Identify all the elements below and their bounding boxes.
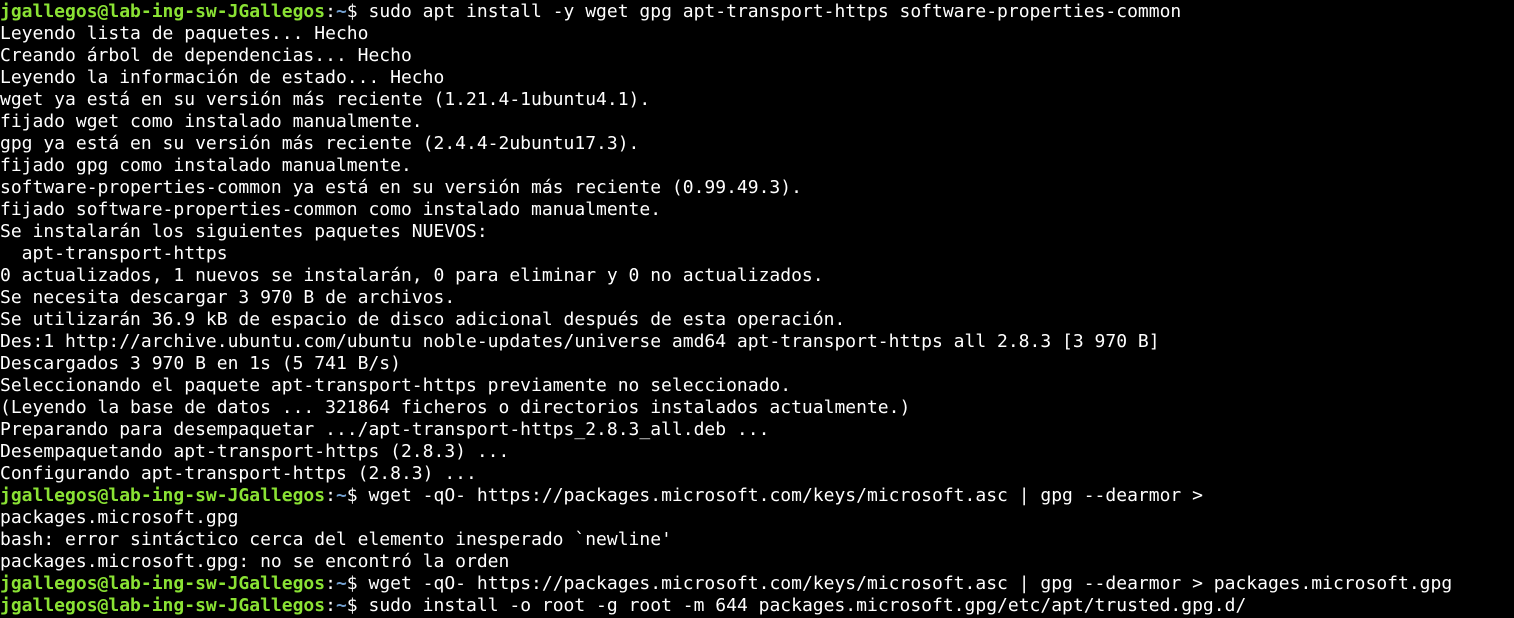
output-line: bash: error sintáctico cerca del element…	[0, 529, 672, 550]
prompt-line: jgallegos@lab-ing-sw-JGallegos:~$ wget -…	[0, 573, 1514, 595]
prompt-line: jgallegos@lab-ing-sw-JGallegos:~$ wget -…	[0, 485, 1514, 507]
output-line: 0 actualizados, 1 nuevos se instalarán, …	[0, 265, 824, 286]
output-line: (Leyendo la base de datos ... 321864 fic…	[0, 397, 911, 418]
output-line: Se utilizarán 36.9 kB de espacio de disc…	[0, 309, 846, 330]
prompt-user-host: jgallegos@lab-ing-sw-JGallegos	[0, 485, 326, 506]
prompt-symbol: $	[346, 1, 369, 22]
prompt-symbol: $	[346, 485, 369, 506]
output-line: Preparando para desempaquetar .../apt-tr…	[0, 419, 770, 440]
output-line: fijado wget como instalado manualmente.	[0, 111, 423, 132]
output-line: Desempaquetando apt-transport-https (2.8…	[0, 441, 510, 462]
output-line: packages.microsoft.gpg	[0, 507, 239, 528]
output-line: software-properties-common ya está en su…	[0, 177, 802, 198]
output-line: gpg ya está en su versión más reciente (…	[0, 133, 640, 154]
prompt-symbol: $	[346, 573, 369, 594]
command-text: wget -qO- https://packages.microsoft.com…	[368, 485, 1203, 506]
prompt-symbol: $	[346, 595, 369, 616]
output-line: Se necesita descargar 3 970 B de archivo…	[0, 287, 456, 308]
command-text: wget -qO- https://packages.microsoft.com…	[368, 573, 1453, 594]
command-text: sudo install -o root -g root -m 644 pack…	[368, 595, 1247, 616]
output-line: fijado software-properties-common como i…	[0, 199, 662, 220]
prompt-user-host: jgallegos@lab-ing-sw-JGallegos	[0, 573, 326, 594]
prompt-separator: :	[325, 485, 336, 506]
command-text: sudo apt install -y wget gpg apt-transpo…	[368, 1, 1182, 22]
prompt-path: ~	[335, 573, 347, 594]
terminal-window[interactable]: jgallegos@lab-ing-sw-JGallegos:~$ sudo a…	[0, 0, 1514, 618]
output-line: apt-transport-https	[0, 243, 228, 264]
output-line: packages.microsoft.gpg: no se encontró l…	[0, 551, 510, 572]
prompt-path: ~	[335, 595, 347, 616]
prompt-user-host: jgallegos@lab-ing-sw-JGallegos	[0, 1, 326, 22]
prompt-path: ~	[335, 1, 347, 22]
output-line: Descargados 3 970 B en 1s (5 741 B/s)	[0, 353, 401, 374]
output-line: Se instalarán los siguientes paquetes NU…	[0, 221, 488, 242]
output-line: Seleccionando el paquete apt-transport-h…	[0, 375, 792, 396]
output-line: fijado gpg como instalado manualmente.	[0, 155, 412, 176]
prompt-line: jgallegos@lab-ing-sw-JGallegos:~$ sudo a…	[0, 1, 1514, 23]
output-line: Leyendo lista de paquetes... Hecho	[0, 23, 369, 44]
output-line: Configurando apt-transport-https (2.8.3)…	[0, 463, 477, 484]
prompt-path: ~	[335, 485, 347, 506]
output-line: Des:1 http://archive.ubuntu.com/ubuntu n…	[0, 331, 1160, 352]
prompt-separator: :	[325, 595, 336, 616]
output-line: Leyendo la información de estado... Hech…	[0, 67, 445, 88]
prompt-separator: :	[325, 573, 336, 594]
prompt-user-host: jgallegos@lab-ing-sw-JGallegos	[0, 595, 326, 616]
prompt-line: jgallegos@lab-ing-sw-JGallegos:~$ sudo i…	[0, 595, 1514, 617]
output-line: wget ya está en su versión más reciente …	[0, 89, 651, 110]
prompt-separator: :	[325, 1, 336, 22]
output-line: Creando árbol de dependencias... Hecho	[0, 45, 412, 66]
